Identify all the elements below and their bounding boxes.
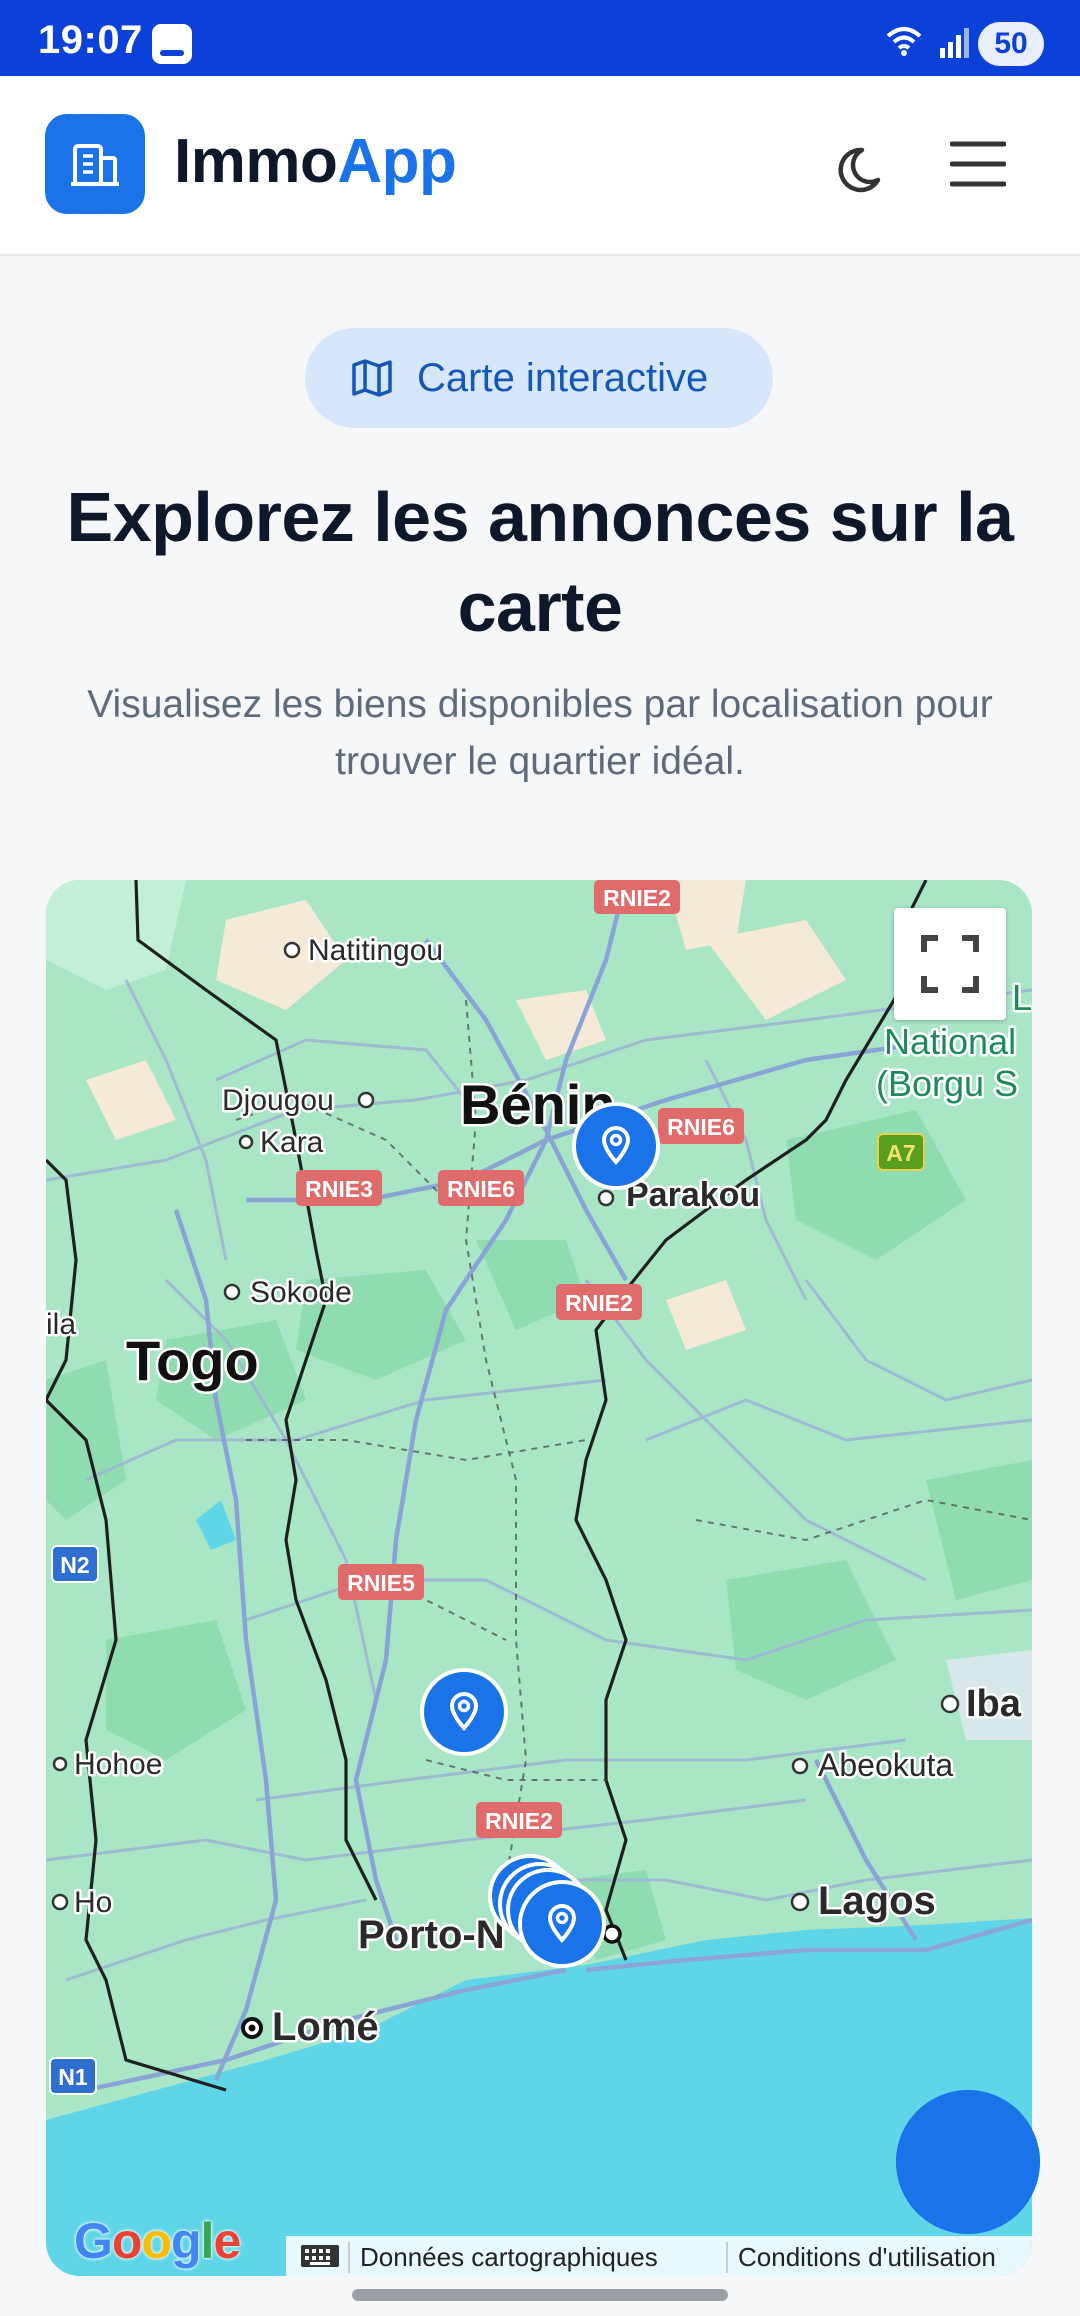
map-canvas[interactable]: RNIE2 RNIE6 RNIE3 RNIE6 RNIE2 RNIE5 RNIE… [46,880,1032,2276]
map-attribution: Données cartographiques Conditions d'uti… [286,2236,1032,2276]
dark-mode-toggle-icon[interactable] [832,136,890,194]
map-icon [352,359,392,397]
property-marker-cluster[interactable] [486,1852,616,1972]
home-indicator[interactable] [352,2289,728,2301]
map-label-abeokuta: Abeokuta [818,1747,953,1783]
google-logo: Google [74,2213,241,2269]
status-bar: 19:07 50 [0,0,1080,76]
road-label-rnie2-mid: RNIE2 [565,1290,633,1316]
brand-name[interactable]: ImmoApp [174,126,457,197]
road-label-rnie6-b: RNIE6 [447,1176,515,1202]
map-label-kara: Kara [260,1126,324,1159]
map-label-porto-novo: Porto-N [358,1913,505,1957]
signal-icon [940,28,969,58]
map-label-ho: Ho [74,1886,112,1919]
battery-indicator: 50 [978,22,1044,66]
road-label-n1: N1 [58,2064,88,2090]
road-label-rnie2-bottom: RNIE2 [485,1808,553,1834]
menu-icon[interactable] [950,136,1006,192]
logo[interactable] [45,114,145,214]
building-icon [71,144,119,186]
map-label-hohoe: Hohoe [74,1748,162,1781]
section-badge: Carte interactive [305,328,773,428]
road-label-rnie3: RNIE3 [305,1176,373,1202]
road-label-rnie6-a: RNIE6 [667,1114,735,1140]
brand-part-2: App [337,127,457,196]
map-label-lagos: Lagos [818,1879,936,1923]
keyboard-icon[interactable] [300,2244,340,2268]
notification-icon [152,24,192,64]
fullscreen-button[interactable] [894,908,1006,1020]
wifi-icon [886,27,922,56]
road-label-rnie5: RNIE5 [347,1570,415,1596]
map-label-park: L [1012,977,1032,1018]
map-label-sokode: Sokode [250,1276,352,1309]
page-title: Explorez les annonces sur la carte [66,478,1014,646]
property-marker[interactable] [420,1668,508,1756]
app-header: ImmoApp [0,76,1080,256]
map-label-lome: Lomé [272,2005,379,2049]
property-marker[interactable] [572,1102,660,1190]
map-label-djougou: Djougou [222,1084,334,1117]
brand-part-1: Immo [174,127,338,196]
interactive-map[interactable]: RNIE2 RNIE6 RNIE3 RNIE6 RNIE2 RNIE5 RNIE… [46,880,1032,2276]
fullscreen-icon [921,935,979,993]
road-label-a7: A7 [886,1140,915,1166]
map-label-national: National [884,1021,1016,1062]
status-time: 19:07 [38,18,143,62]
map-data-link[interactable]: Données cartographiques [348,2242,658,2273]
map-label-ila: ila [46,1308,76,1341]
map-label-togo: Togo [126,1329,259,1392]
map-label-borgu: (Borgu S [876,1063,1018,1104]
map-label-iba: Iba [966,1683,1022,1725]
page-subtitle: Visualisez les biens disponibles par loc… [87,683,993,783]
terms-link[interactable]: Conditions d'utilisation [726,2242,996,2273]
online-status-dot [896,2090,1040,2234]
road-label-rnie2-top: RNIE2 [603,885,671,911]
map-label-natitingou: Natitingou [308,934,443,967]
badge-label: Carte interactive [417,356,709,400]
road-label-n2: N2 [60,1552,89,1578]
